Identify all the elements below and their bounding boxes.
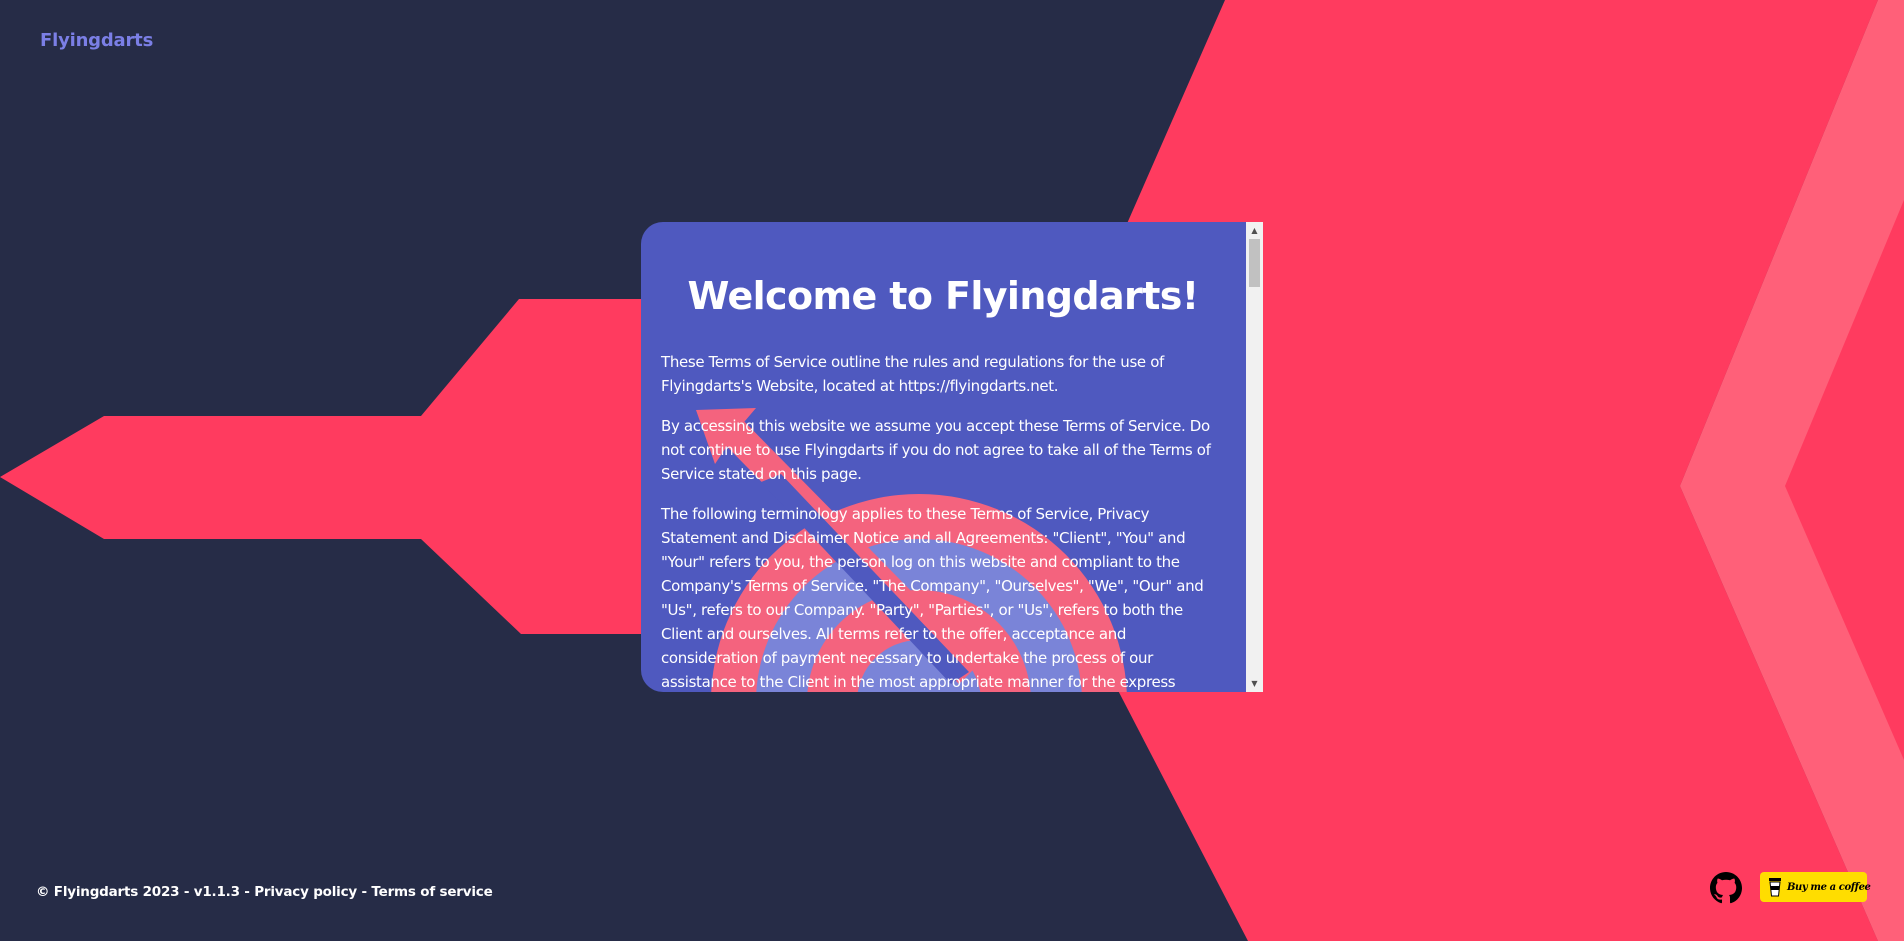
github-icon[interactable]: [1710, 872, 1742, 904]
background-dart-shape: [0, 299, 660, 634]
terms-of-service-link[interactable]: Terms of service: [371, 884, 492, 900]
footer: © Flyingdarts 2023 - v1.1.3 - Privacy po…: [36, 884, 493, 900]
page: Flyingdarts Welcome to Flyingdarts! Thes…: [0, 0, 1904, 941]
terms-paragraph: The following terminology applies to the…: [661, 505, 1204, 691]
coffee-cup-icon: [1769, 878, 1781, 897]
footer-separator: -: [239, 884, 255, 900]
scroll-up-arrow-icon[interactable]: ▲: [1246, 222, 1263, 239]
copyright-text: © Flyingdarts 2023: [36, 884, 180, 900]
terms-paragraph: By accessing this website we assume you …: [661, 417, 1211, 483]
footer-separator: -: [179, 884, 194, 900]
buy-me-a-coffee-button[interactable]: Buy me a coffee: [1760, 872, 1871, 902]
scrollbar-thumb[interactable]: [1249, 239, 1260, 287]
dialog-scroll-area[interactable]: Welcome to Flyingdarts! These Terms of S…: [641, 222, 1245, 692]
privacy-policy-link[interactable]: Privacy policy: [254, 884, 357, 900]
version-text: v1.1.3: [193, 884, 240, 900]
terms-dialog: Welcome to Flyingdarts! These Terms of S…: [641, 222, 1263, 692]
terms-paragraph: These Terms of Service outline the rules…: [661, 353, 1164, 395]
footer-separator: -: [357, 884, 372, 900]
dialog-scrollbar[interactable]: ▲ ▼: [1246, 222, 1263, 692]
brand-logo[interactable]: Flyingdarts: [40, 30, 153, 51]
dialog-title: Welcome to Flyingdarts!: [687, 274, 1199, 318]
scroll-down-arrow-icon[interactable]: ▼: [1246, 675, 1263, 692]
coffee-label: Buy me a coffee: [1787, 881, 1871, 893]
